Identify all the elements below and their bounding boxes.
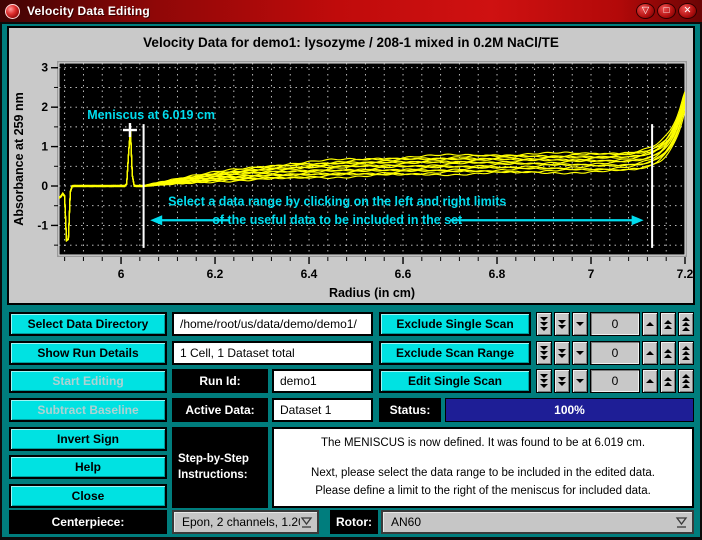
svg-text:Select a data range by clickin: Select a data range by clicking on the l… bbox=[168, 195, 506, 209]
instruction-line: The MENISCUS is now defined. It was foun… bbox=[320, 437, 646, 450]
spin-up-x2-icon[interactable] bbox=[660, 341, 676, 365]
rotor-dropdown[interactable]: AN60 bbox=[381, 510, 694, 534]
app-menu-icon[interactable] bbox=[5, 3, 20, 19]
velocity-plot[interactable]: Meniscus at 6.019 cm Select a data range … bbox=[9, 55, 694, 303]
status-progress-bar: 100% bbox=[445, 398, 694, 422]
spin-up-icon[interactable] bbox=[642, 312, 658, 336]
counter-value[interactable]: 0 bbox=[590, 369, 640, 393]
spin-down-icon[interactable] bbox=[572, 369, 588, 393]
counter-value[interactable]: 0 bbox=[590, 341, 640, 365]
invert-sign-button[interactable]: Invert Sign bbox=[9, 427, 167, 451]
svg-text:6.8: 6.8 bbox=[489, 267, 506, 281]
active-data-label: Active Data: bbox=[172, 398, 268, 422]
titlebar[interactable]: Velocity Data Editing ▽ □ ✕ bbox=[0, 0, 702, 22]
exclude-scan-range-button[interactable]: Exclude Scan Range bbox=[379, 341, 531, 365]
run-id-label: Run Id: bbox=[172, 369, 268, 393]
velocity-data-editing-window: Velocity Data Editing ▽ □ ✕ Velocity Dat… bbox=[0, 0, 702, 540]
spin-up-x2-icon[interactable] bbox=[660, 369, 676, 393]
show-run-details-button[interactable]: Show Run Details bbox=[9, 341, 167, 365]
rotor-value: AN60 bbox=[391, 515, 422, 529]
edit-single-scan-button[interactable]: Edit Single Scan bbox=[379, 369, 531, 393]
spin-down-x3-icon[interactable] bbox=[536, 369, 552, 393]
exclude-single-scan-button[interactable]: Exclude Single Scan bbox=[379, 312, 531, 336]
centerpiece-label: Centerpiece: bbox=[9, 510, 167, 534]
svg-text:1: 1 bbox=[41, 140, 48, 154]
combo-arrow-icon bbox=[300, 516, 313, 528]
spin-down-x2-icon[interactable] bbox=[554, 341, 570, 365]
spin-up-x2-icon[interactable] bbox=[660, 312, 676, 336]
svg-text:of the useful data to be inclu: of the useful data to be included in the… bbox=[212, 213, 463, 227]
instruction-line: Next, please select the data range to be… bbox=[311, 467, 655, 480]
active-data-field[interactable]: Dataset 1 bbox=[272, 398, 373, 422]
spin-up-x3-icon[interactable] bbox=[678, 369, 694, 393]
status-label: Status: bbox=[379, 398, 441, 422]
edit-single-scan-counter: 0 bbox=[536, 369, 694, 393]
spin-up-x3-icon[interactable] bbox=[678, 312, 694, 336]
svg-text:7: 7 bbox=[588, 267, 595, 281]
instructions-label: Step-by-Step Instructions: bbox=[172, 427, 268, 508]
svg-text:2: 2 bbox=[41, 100, 48, 114]
svg-text:0: 0 bbox=[41, 179, 48, 193]
maximize-window-icon[interactable]: □ bbox=[657, 3, 676, 19]
chart-panel: Velocity Data for demo1: lysozyme / 208-… bbox=[7, 26, 695, 305]
svg-text:Radius (in cm): Radius (in cm) bbox=[329, 286, 415, 300]
svg-text:6.2: 6.2 bbox=[207, 267, 224, 281]
instructions-label-line2: Instructions: bbox=[178, 468, 248, 481]
exclude-single-scan-counter: 0 bbox=[536, 312, 694, 336]
shade-window-icon[interactable]: ▽ bbox=[636, 3, 655, 19]
svg-text:7.2: 7.2 bbox=[677, 267, 693, 281]
exclude-scan-range-counter: 0 bbox=[536, 341, 694, 365]
spin-down-icon[interactable] bbox=[572, 341, 588, 365]
subtract-baseline-button[interactable]: Subtract Baseline bbox=[9, 398, 167, 422]
run-id-field[interactable]: demo1 bbox=[272, 369, 373, 393]
spin-down-x3-icon[interactable] bbox=[536, 312, 552, 336]
centerpiece-dropdown[interactable]: Epon, 2 channels, 1.20 mm bbox=[172, 510, 319, 534]
spin-up-icon[interactable] bbox=[642, 341, 658, 365]
start-editing-button[interactable]: Start Editing bbox=[9, 369, 167, 393]
spin-up-icon[interactable] bbox=[642, 369, 658, 393]
spin-down-x3-icon[interactable] bbox=[536, 341, 552, 365]
svg-text:Absorbance at 259 nm: Absorbance at 259 nm bbox=[12, 92, 26, 225]
svg-text:6.4: 6.4 bbox=[301, 267, 318, 281]
close-window-icon[interactable]: ✕ bbox=[678, 3, 697, 19]
chart-title: Velocity Data for demo1: lysozyme / 208-… bbox=[143, 35, 559, 50]
data-directory-field[interactable]: /home/root/us/data/demo/demo1/ bbox=[172, 312, 373, 336]
svg-text:-1: -1 bbox=[37, 218, 48, 232]
combo-arrow-icon bbox=[675, 516, 688, 528]
spin-down-x2-icon[interactable] bbox=[554, 369, 570, 393]
spin-down-x2-icon[interactable] bbox=[554, 312, 570, 336]
cell-dataset-info-field[interactable]: 1 Cell, 1 Dataset total bbox=[172, 341, 373, 365]
close-button[interactable]: Close bbox=[9, 484, 167, 508]
spin-down-icon[interactable] bbox=[572, 312, 588, 336]
window-title: Velocity Data Editing bbox=[27, 4, 150, 18]
rotor-label: Rotor: bbox=[330, 510, 378, 534]
counter-value[interactable]: 0 bbox=[590, 312, 640, 336]
spin-up-x3-icon[interactable] bbox=[678, 341, 694, 365]
svg-text:6.6: 6.6 bbox=[395, 267, 412, 281]
instructions-label-line1: Step-by-Step bbox=[178, 452, 249, 465]
svg-text:Meniscus at 6.019 cm: Meniscus at 6.019 cm bbox=[87, 108, 215, 122]
svg-text:6: 6 bbox=[118, 267, 125, 281]
svg-text:3: 3 bbox=[41, 61, 48, 75]
help-button[interactable]: Help bbox=[9, 455, 167, 479]
instruction-line: Please define a limit to the right of th… bbox=[315, 484, 651, 497]
centerpiece-value: Epon, 2 channels, 1.20 mm bbox=[182, 515, 300, 529]
instructions-panel: The MENISCUS is now defined. It was foun… bbox=[272, 427, 694, 508]
select-data-directory-button[interactable]: Select Data Directory bbox=[9, 312, 167, 336]
